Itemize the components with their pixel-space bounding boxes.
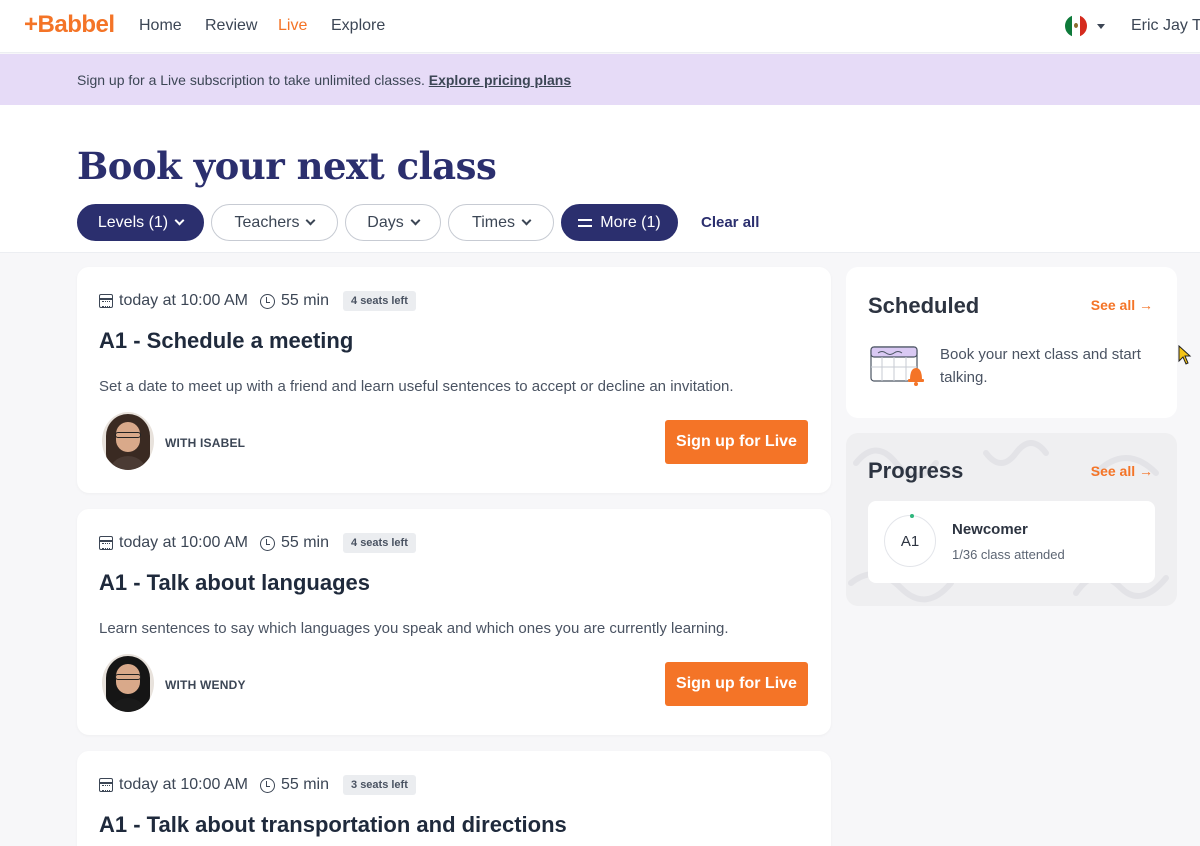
clock-icon [259,777,275,793]
class-card: today at 10:00 AM 55 min 4 seats left A1… [77,509,831,735]
filter-more-label: More (1) [600,213,661,231]
page-header: Book your next class Levels (1) Teachers… [0,105,1200,253]
calendar-icon [99,536,113,550]
chevron-down-icon [306,215,316,226]
calendar-icon [99,778,113,792]
teacher-avatar [102,412,154,470]
mexico-flag-icon[interactable] [1065,15,1087,37]
babbel-logo[interactable]: +Babbel [24,11,115,39]
progress-card[interactable]: A1 Newcomer 1/36 class attended [868,501,1155,583]
class-time: today at 10:00 AM [119,292,248,309]
sliders-icon [578,217,593,229]
progress-title: Progress [868,458,964,483]
class-meta: today at 10:00 AM 55 min 3 seats left [99,775,416,795]
sign-up-for-live-button[interactable]: Sign up for Live [665,662,808,706]
chevron-down-icon [174,215,185,226]
filter-times-label: Times [472,213,515,231]
seats-badge: 4 seats left [343,291,416,311]
filter-times[interactable]: Times [448,204,554,241]
banner-message: Sign up for a Live subscription to take … [77,72,571,88]
chevron-down-icon[interactable] [1097,24,1105,29]
nav-explore[interactable]: Explore [331,17,385,35]
progress-see-all-link[interactable]: See all → [1091,463,1153,479]
class-meta: today at 10:00 AM 55 min 4 seats left [99,533,416,553]
seats-badge: 3 seats left [343,775,416,795]
class-time: today at 10:00 AM [119,534,248,551]
scheduled-panel: Scheduled See all → Book your next class… [846,267,1177,418]
mouse-cursor-icon [1178,345,1192,365]
seats-badge: 4 seats left [343,533,416,553]
user-name[interactable]: Eric Jay To [1131,17,1200,35]
class-card: today at 10:00 AM 55 min 4 seats left A1… [77,267,831,493]
page-title: Book your next class [77,144,497,188]
class-duration: 55 min [280,534,330,551]
filter-days[interactable]: Days [345,204,441,241]
level-name: Newcomer [952,521,1028,538]
class-title[interactable]: A1 - Schedule a meeting [99,328,353,354]
scheduled-message: Book your next class and start talking. [940,346,1141,386]
class-duration: 55 min [280,776,330,793]
nav-live[interactable]: Live [278,17,307,35]
teacher-name: WITH WENDY [165,678,246,692]
calendar-icon [99,294,113,308]
class-time: today at 10:00 AM [119,776,248,793]
scheduled-title: Scheduled [868,293,980,318]
chevron-down-icon [410,215,421,226]
filter-levels-label: Levels (1) [97,213,169,231]
class-card: today at 10:00 AM 55 min 3 seats left A1… [77,751,831,846]
scheduled-see-all-link[interactable]: See all → [1091,297,1153,313]
nav-home[interactable]: Home [139,17,182,35]
chevron-down-icon [521,215,532,226]
clock-icon [259,293,275,309]
filter-teachers[interactable]: Teachers [211,204,338,241]
class-title[interactable]: A1 - Talk about languages [99,570,370,596]
class-title[interactable]: A1 - Talk about transportation and direc… [99,812,567,838]
filter-levels[interactable]: Levels (1) [77,204,204,241]
class-meta: today at 10:00 AM 55 min 4 seats left [99,291,416,311]
filter-teachers-label: Teachers [234,213,300,231]
nav-review[interactable]: Review [205,17,257,35]
clock-icon [259,535,275,551]
explore-pricing-link[interactable]: Explore pricing plans [429,72,571,88]
class-description: Learn sentences to say which languages y… [99,620,729,637]
subscription-banner: Sign up for a Live subscription to take … [0,54,1200,105]
top-navigation: +Babbel Home Review Live Explore Eric Ja… [0,0,1200,53]
filter-days-label: Days [367,213,404,231]
class-description: Set a date to meet up with a friend and … [99,378,734,395]
clear-all-button[interactable]: Clear all [701,214,759,231]
sign-up-for-live-button[interactable]: Sign up for Live [665,420,808,464]
level-badge: A1 [884,515,936,567]
banner-text: Sign up for a Live subscription to take … [77,72,425,88]
progress-indicator [910,514,914,518]
class-duration: 55 min [280,292,330,309]
teacher-name: WITH ISABEL [165,436,246,450]
filter-more[interactable]: More (1) [561,204,678,241]
teacher-avatar [102,654,154,712]
progress-panel: Progress See all → A1 Newcomer 1/36 clas… [846,433,1177,606]
classes-attended: 1/36 class attended [952,547,1065,562]
calendar-bell-icon [870,346,924,386]
